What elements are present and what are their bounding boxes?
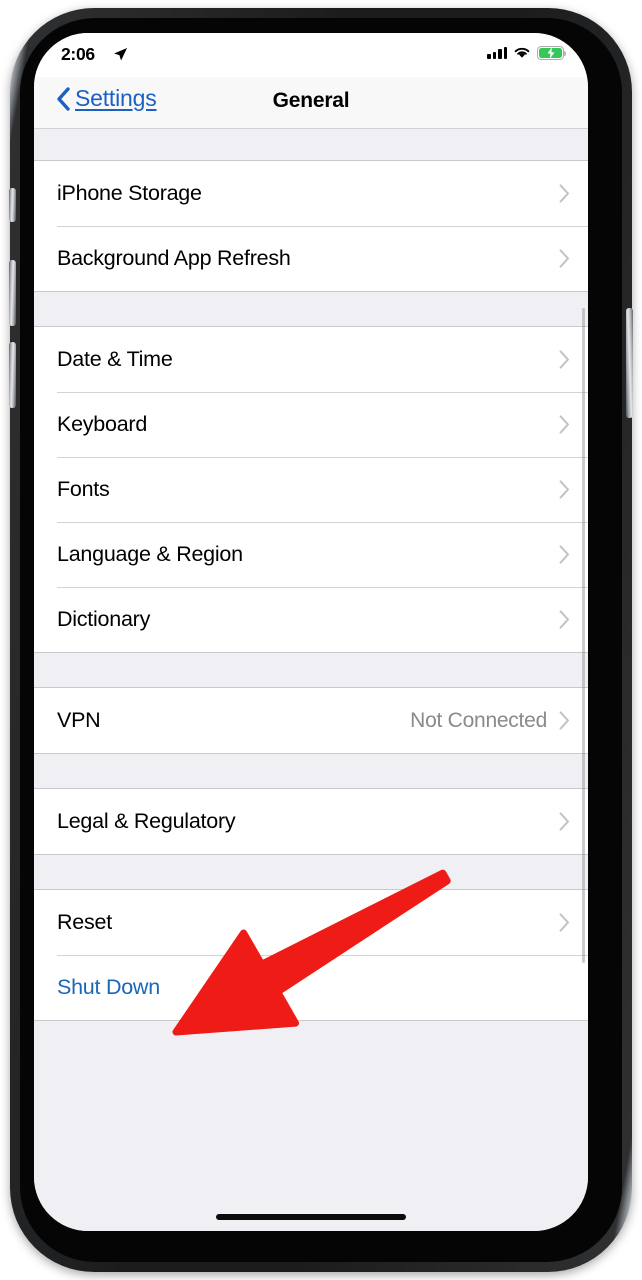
settings-group: Reset Shut Down bbox=[34, 889, 588, 1021]
settings-row-label: Reset bbox=[57, 910, 112, 934]
disclosure-chevron-icon bbox=[559, 711, 569, 730]
settings-row-label: Keyboard bbox=[57, 412, 148, 436]
settings-row-label: Fonts bbox=[57, 477, 110, 501]
disclosure-chevron-icon bbox=[559, 350, 569, 369]
settings-row-background-app-refresh[interactable]: Background App Refresh bbox=[34, 226, 588, 291]
settings-row-label: VPN bbox=[57, 708, 101, 732]
disclosure-chevron-icon bbox=[559, 610, 569, 629]
location-arrow-icon bbox=[114, 47, 128, 61]
navigation-bar: Settings General bbox=[34, 77, 588, 129]
disclosure-chevron-icon bbox=[559, 415, 569, 434]
disclosure-chevron-icon bbox=[559, 545, 569, 564]
settings-row-label: Legal & Regulatory bbox=[57, 809, 236, 833]
status-bar-indicators bbox=[487, 46, 567, 60]
vertical-scrollbar[interactable] bbox=[581, 308, 585, 963]
settings-row-label: iPhone Storage bbox=[57, 181, 202, 205]
status-bar-clock: 2:06 bbox=[61, 44, 95, 64]
settings-row-reset[interactable]: Reset bbox=[34, 890, 588, 955]
settings-group: Legal & Regulatory bbox=[34, 788, 588, 855]
disclosure-chevron-icon bbox=[559, 913, 569, 932]
group-spacer bbox=[34, 754, 588, 788]
settings-row-label: Language & Region bbox=[57, 542, 243, 566]
cellular-signal-icon bbox=[487, 46, 507, 60]
page-title: General bbox=[272, 89, 350, 112]
status-bar: 2:06 bbox=[34, 33, 588, 77]
group-spacer bbox=[34, 292, 588, 326]
wifi-icon bbox=[514, 48, 530, 59]
phone-screen: 2:06 Settings General iPhone Storage Bac… bbox=[34, 33, 588, 1231]
disclosure-chevron-icon bbox=[559, 812, 569, 831]
group-spacer bbox=[34, 653, 588, 687]
disclosure-chevron-icon bbox=[559, 480, 569, 499]
settings-row-dictionary[interactable]: Dictionary bbox=[34, 587, 588, 652]
settings-row-vpn[interactable]: VPN Not Connected bbox=[34, 688, 588, 753]
disclosure-chevron-icon bbox=[559, 249, 569, 268]
group-spacer bbox=[34, 855, 588, 889]
battery-charging-bolt-icon bbox=[547, 46, 554, 59]
mute-switch-button[interactable] bbox=[9, 188, 16, 222]
settings-group: VPN Not Connected bbox=[34, 687, 588, 754]
settings-row-label: Dictionary bbox=[57, 607, 151, 631]
settings-row-label: Background App Refresh bbox=[57, 246, 291, 270]
settings-list[interactable]: iPhone Storage Background App Refresh Date… bbox=[34, 128, 588, 1231]
volume-up-button[interactable] bbox=[9, 260, 16, 326]
settings-row-value: Not Connected bbox=[410, 708, 547, 732]
settings-row-label: Shut Down bbox=[57, 975, 160, 999]
settings-row-label: Date & Time bbox=[57, 347, 173, 371]
settings-group: Date & Time Keyboard Fonts Language & Regio… bbox=[34, 326, 588, 653]
settings-row-iphone-storage[interactable]: iPhone Storage bbox=[34, 161, 588, 226]
settings-row-date-time[interactable]: Date & Time bbox=[34, 327, 588, 392]
group-spacer bbox=[34, 1021, 588, 1055]
settings-row-fonts[interactable]: Fonts bbox=[34, 457, 588, 522]
volume-down-button[interactable] bbox=[9, 342, 16, 408]
settings-row-language-region[interactable]: Language & Region bbox=[34, 522, 588, 587]
settings-group: iPhone Storage Background App Refresh bbox=[34, 160, 588, 292]
power-side-button[interactable] bbox=[626, 308, 633, 418]
battery-icon bbox=[537, 46, 567, 60]
home-indicator[interactable] bbox=[216, 1214, 406, 1220]
settings-row-shut-down[interactable]: Shut Down bbox=[34, 955, 588, 1020]
group-spacer bbox=[34, 128, 588, 160]
disclosure-chevron-icon bbox=[559, 184, 569, 203]
settings-row-keyboard[interactable]: Keyboard bbox=[34, 392, 588, 457]
settings-row-legal-regulatory[interactable]: Legal & Regulatory bbox=[34, 789, 588, 854]
